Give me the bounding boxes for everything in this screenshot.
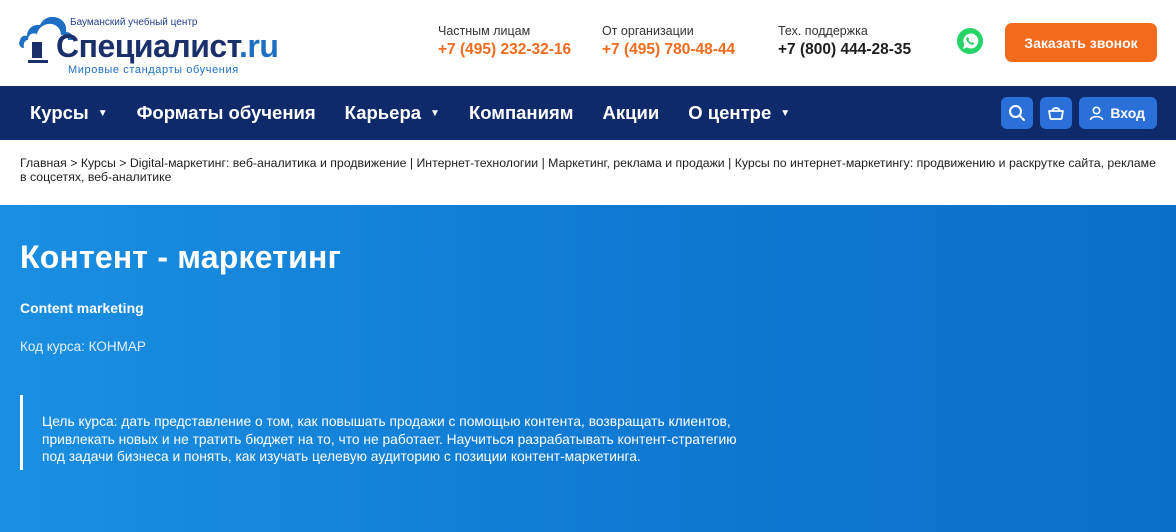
login-label: Вход xyxy=(1110,105,1145,121)
order-callback-button[interactable]: Заказать звонок xyxy=(1005,23,1157,62)
nav-item-about[interactable]: О центре ▼ xyxy=(688,102,790,124)
chevron-down-icon: ▼ xyxy=(97,107,108,119)
course-goal: Цель курса: дать представление о том, ка… xyxy=(20,395,760,470)
page-title: Контент - маркетинг xyxy=(20,239,342,275)
logo-tagline: Мировые стандарты обучения xyxy=(68,64,239,76)
contact-private: Частным лицам +7 (495) 232-32-16 xyxy=(438,24,571,59)
contact-phone-link[interactable]: +7 (495) 780-48-44 xyxy=(602,41,735,59)
breadcrumb[interactable]: Главная > Курсы > Digital-маркетинг: веб… xyxy=(0,140,1176,205)
nav-item-courses[interactable]: Курсы ▼ xyxy=(30,102,108,124)
logo-name-suffix: .ru xyxy=(239,28,279,64)
course-code: Код курса: КОНМАР xyxy=(20,339,146,354)
login-button[interactable]: Вход xyxy=(1079,97,1157,129)
whatsapp-icon[interactable] xyxy=(956,27,984,55)
cart-button[interactable] xyxy=(1040,97,1073,129)
contact-support: Тех. поддержка +7 (800) 444-28-35 xyxy=(778,24,911,59)
logo-top-text: Бауманский учебный центр xyxy=(70,17,198,28)
contact-label: Тех. поддержка xyxy=(778,24,868,38)
nav-item-label: Компаниям xyxy=(468,102,574,123)
search-button[interactable] xyxy=(1001,97,1034,129)
course-subtitle: Content marketing xyxy=(20,300,144,316)
course-hero: Контент - маркетинг Content marketing Ко… xyxy=(0,205,1176,532)
search-icon xyxy=(1009,105,1026,121)
nav-item-companies[interactable]: Компаниям xyxy=(469,102,574,124)
user-icon xyxy=(1090,105,1104,120)
contact-phone-link[interactable]: +7 (495) 232-32-16 xyxy=(438,41,571,59)
basket-icon xyxy=(1048,107,1065,120)
nav-item-label: Карьера xyxy=(344,102,422,123)
nav-item-label: Акции xyxy=(602,102,660,123)
nav-item-promotions[interactable]: Акции xyxy=(602,102,659,124)
nav-actions: Вход xyxy=(1001,97,1157,129)
contact-phone-link[interactable]: +7 (800) 444-28-35 xyxy=(778,41,911,59)
logo-name-main: Специалист xyxy=(56,28,240,64)
nav-item-label: О центре xyxy=(688,102,772,123)
contact-label: Частным лицам xyxy=(438,24,531,38)
main-nav: Курсы ▼ Форматы обучения Карьера ▼ Компани… xyxy=(0,86,1176,140)
logo-name: Специалист.ru xyxy=(56,28,279,64)
chevron-down-icon: ▼ xyxy=(780,107,791,119)
chevron-down-icon: ▼ xyxy=(430,107,440,119)
site-header: Бауманский учебный центр Специалист.ru М… xyxy=(0,0,1176,86)
nav-item-formats[interactable]: Форматы обучения xyxy=(137,102,316,124)
contact-organization: От организации +7 (495) 780-48-44 xyxy=(602,24,735,59)
site-logo[interactable]: Бауманский учебный центр Специалист.ru М… xyxy=(18,8,279,78)
nav-item-label: Курсы xyxy=(30,102,89,123)
contact-label: От организации xyxy=(602,24,694,38)
nav-item-label: Форматы обучения xyxy=(136,102,316,123)
nav-item-career[interactable]: Карьера ▼ xyxy=(345,102,440,124)
